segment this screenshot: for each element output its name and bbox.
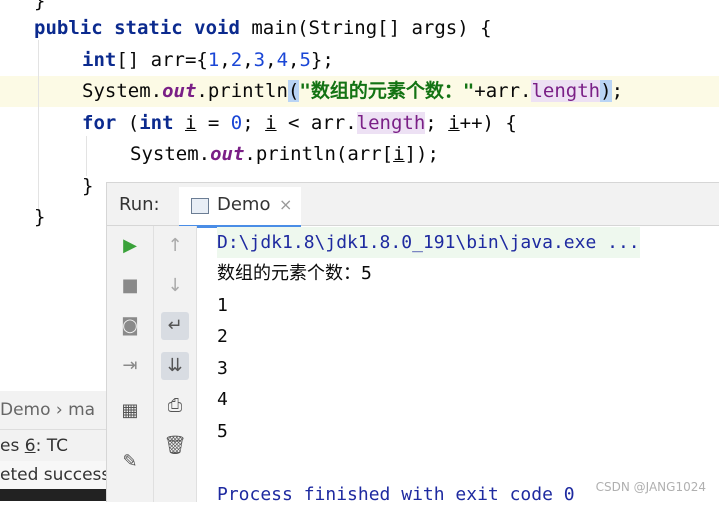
camera-icon[interactable]: ◙: [116, 312, 144, 340]
tab-demo[interactable]: Demo ×: [179, 187, 301, 228]
login-icon[interactable]: ⇥: [116, 352, 144, 380]
arrow-down-icon[interactable]: ↓: [161, 272, 189, 300]
console-output[interactable]: D:\jdk1.8\jdk1.8.0_191\bin\java.exe ... …: [217, 227, 717, 505]
code-line-close-for: }: [82, 175, 94, 197]
run-toolbar-left: ▶ ■ ◙ ⇥ ▦ ✎: [107, 226, 154, 502]
trash-icon[interactable]: 🗑: [161, 432, 189, 460]
taskbar-strip: [0, 489, 106, 501]
breadcrumb[interactable]: Demo › ma: [0, 391, 106, 429]
pin-icon[interactable]: ✎: [116, 448, 144, 476]
arrow-up-icon[interactable]: ↑: [161, 232, 189, 260]
layout-icon[interactable]: ▦: [116, 397, 144, 425]
run-header: Run: Demo ×: [107, 183, 719, 228]
code-line-array-decl: int[] arr={1,2,3,4,5};: [82, 49, 334, 71]
soft-wrap-icon[interactable]: ↵: [161, 312, 189, 340]
console-line: 5: [217, 421, 228, 442]
code-line-println-count: System.out.println("数组的元素个数："+arr.length…: [82, 80, 624, 102]
bottom-tabs[interactable]: es 6: TC: [0, 429, 106, 462]
run-label: Run:: [119, 194, 160, 215]
console-line: 2: [217, 326, 228, 347]
scroll-end-icon[interactable]: ⇊: [161, 352, 189, 380]
stop-icon[interactable]: ■: [116, 272, 144, 300]
play-icon[interactable]: ▶: [116, 232, 144, 260]
printer-icon[interactable]: ⎙: [161, 392, 189, 420]
console-line: 3: [217, 358, 228, 379]
code-line-close-main: }: [34, 206, 46, 228]
console-line: 数组的元素个数：5: [217, 263, 372, 284]
console-line: 1: [217, 295, 228, 316]
console-finish-line: Process finished with exit code 0: [217, 484, 575, 505]
run-tool-window: Run: Demo × ▶ ■ ◙ ⇥ ▦ ✎ ↑ ↓ ↵ ⇊ ⎙ 🗑 D:\j…: [106, 182, 719, 505]
tab-demo-label: Demo: [217, 194, 271, 215]
console-command-line[interactable]: D:\jdk1.8\jdk1.8.0_191\bin\java.exe ...: [217, 227, 640, 258]
code-line-println-element: System.out.println(arr[i]);: [130, 143, 439, 165]
close-icon[interactable]: ×: [279, 195, 292, 214]
indent-guide: [38, 40, 39, 210]
indent-guide: [86, 136, 87, 176]
code-line-main-signature: public static void main(String[] args) {: [34, 17, 492, 39]
background-tool-windows: Demo › ma es 6: TC eted successf: [0, 391, 106, 501]
console-line: 4: [217, 389, 228, 410]
console-icon: [191, 198, 209, 214]
status-bar-text: eted successf: [0, 461, 106, 489]
watermark: CSDN @JANG1024: [595, 480, 706, 494]
run-toolbar-right: ↑ ↓ ↵ ⇊ ⎙ 🗑: [154, 226, 197, 502]
code-line-for-loop: for (int i = 0; i < arr.length; i++) {: [82, 112, 517, 134]
